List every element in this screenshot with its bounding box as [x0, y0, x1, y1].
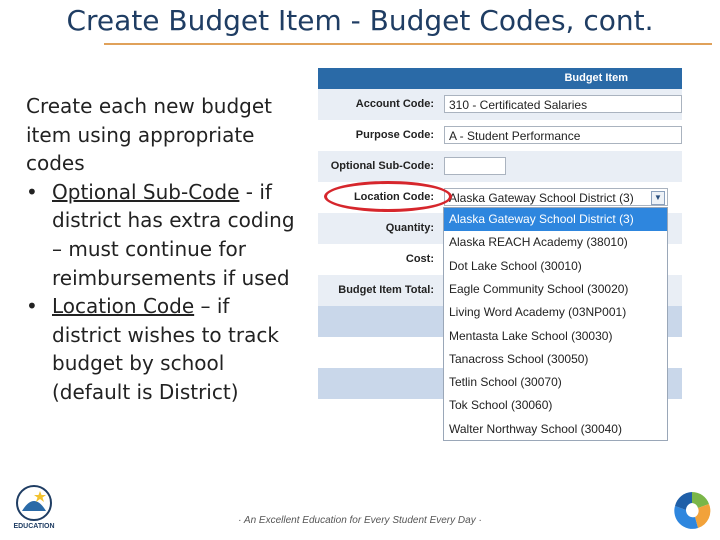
location-code-value: Alaska Gateway School District (3): [449, 191, 634, 205]
purpose-code-field[interactable]: A - Student Performance: [444, 126, 682, 144]
account-code-field[interactable]: 310 - Certificated Salaries: [444, 95, 682, 113]
title-divider: [104, 43, 712, 45]
panel-header: Budget Item: [318, 68, 682, 89]
subcode-row: Optional Sub-Code:: [318, 151, 682, 182]
bullet-dot: •: [26, 179, 38, 204]
chevron-down-icon[interactable]: ▼: [651, 191, 665, 205]
slide-footer: · An Excellent Education for Every Stude…: [238, 515, 482, 526]
purpose-code-label: Purpose Code:: [355, 129, 434, 141]
dropdown-option[interactable]: Alaska REACH Academy (38010): [444, 231, 667, 254]
dropdown-option[interactable]: Living Word Academy (03NP001): [444, 301, 667, 324]
location-code-dropdown: Alaska Gateway School District (3) Alask…: [443, 207, 668, 441]
bullet-location-term: Location Code: [52, 294, 195, 319]
dropdown-option[interactable]: Tanacross School (30050): [444, 348, 667, 371]
dropdown-option[interactable]: Tok School (30060): [444, 394, 667, 417]
dropdown-option[interactable]: Tetlin School (30070): [444, 371, 667, 394]
dropdown-option[interactable]: Dot Lake School (30010): [444, 255, 667, 278]
slide-body: Create each new budget item using approp…: [26, 92, 296, 407]
bullet-subcode-term: Optional Sub-Code: [52, 179, 240, 204]
circular-logo-icon: [674, 491, 711, 529]
budget-total-label: Budget Item Total:: [338, 284, 434, 296]
intro-text: Create each new budget item using approp…: [26, 94, 273, 176]
bullet-subcode: • Optional Sub-Code - if district has ex…: [26, 178, 296, 292]
subcode-field[interactable]: [444, 157, 506, 175]
cost-label: Cost:: [405, 253, 434, 265]
account-code-row: Account Code: 310 - Certificated Salarie…: [318, 89, 682, 120]
purpose-code-row: Purpose Code: A - Student Performance: [318, 120, 682, 151]
subcode-label: Optional Sub-Code:: [330, 160, 434, 172]
circular-logo: [668, 488, 716, 532]
education-logo: EDUCATION: [6, 483, 62, 535]
bullet-dot: •: [26, 294, 38, 319]
dropdown-option[interactable]: Alaska Gateway School District (3): [444, 208, 667, 232]
location-code-highlight-circle: [324, 181, 452, 212]
quantity-label: Quantity:: [385, 222, 434, 234]
dropdown-option[interactable]: Mentasta Lake School (30030): [444, 325, 667, 348]
account-code-label: Account Code:: [355, 98, 434, 110]
location-code-select[interactable]: Alaska Gateway School District (3) ▼: [444, 188, 668, 206]
dropdown-option[interactable]: Walter Northway School (30040): [444, 418, 667, 441]
dropdown-option[interactable]: Eagle Community School (30020): [444, 278, 667, 301]
bullet-location: • Location Code – if district wishes to …: [26, 292, 296, 406]
slide-title: Create Budget Item - Budget Codes, cont.: [66, 4, 654, 37]
